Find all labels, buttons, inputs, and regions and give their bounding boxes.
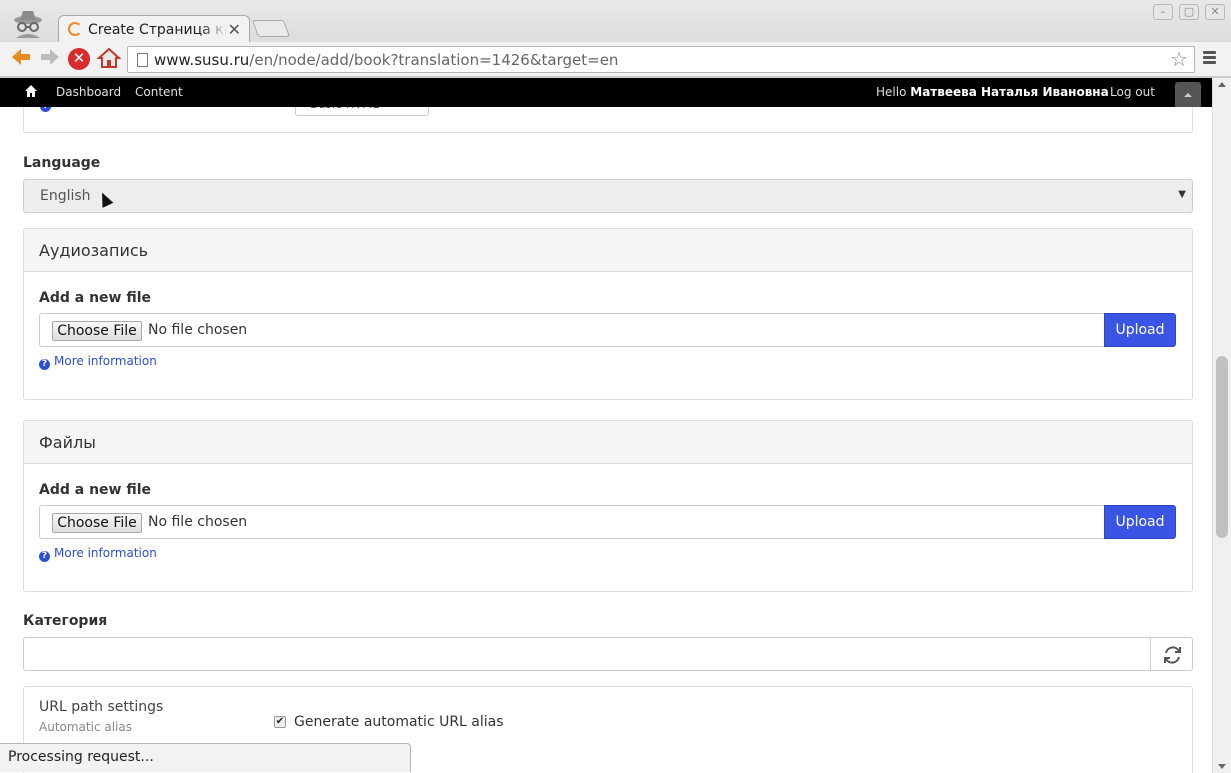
hello-prefix: Hello [876, 85, 907, 99]
audio-choose-file-button[interactable]: Choose File [52, 321, 142, 341]
browser-toolbar: ✕ www.susu.ru/en/node/add/book?translati… [0, 42, 1231, 77]
language-label: Language [23, 155, 101, 171]
browser-titlebar: Create Страница книги ✕ – ▢ ✕ [0, 0, 1231, 43]
tab-close-icon[interactable]: ✕ [228, 20, 241, 39]
url-text[interactable]: www.susu.ru/en/node/add/book?translation… [154, 51, 618, 69]
home-icon [96, 47, 122, 68]
home-button[interactable] [96, 47, 122, 71]
url-host: www.susu.ru [154, 51, 250, 69]
maximize-button[interactable]: ▢ [1179, 4, 1199, 20]
incognito-icon [8, 8, 48, 40]
chevron-down-icon: ▼ [1178, 189, 1186, 200]
stop-loading-button[interactable]: ✕ [68, 48, 90, 70]
url-path: /en/node/add/book?translation=1426&targe… [249, 51, 619, 69]
minimize-button[interactable]: – [1153, 4, 1173, 20]
scroll-down-arrow-icon[interactable] [1218, 764, 1226, 769]
files-choose-file-button[interactable]: Choose File [52, 513, 142, 533]
refresh-icon [1164, 646, 1181, 664]
user-greeting: Hello Матвеева Наталья Ивановна [876, 85, 1109, 99]
scroll-up-arrow-icon[interactable] [1218, 82, 1226, 87]
tab-title: Create Страница книги [88, 22, 228, 38]
url-settings-tab-summary: Automatic alias [39, 720, 132, 734]
page-icon [137, 53, 148, 67]
browser-menu-icon[interactable] [1203, 51, 1216, 66]
question-icon: ? [39, 359, 50, 370]
url-settings-tab-title[interactable]: URL path settings [39, 699, 163, 715]
audio-panel: Аудиозапись Add a new file Choose File N… [23, 228, 1193, 400]
language-value: English [40, 188, 91, 204]
files-upload-button[interactable]: Upload [1104, 505, 1176, 539]
forward-button[interactable] [38, 47, 62, 71]
files-more-info-link[interactable]: ? More information [39, 546, 157, 562]
close-window-button[interactable]: ✕ [1205, 4, 1225, 20]
forward-arrow-icon [41, 49, 59, 65]
user-name[interactable]: Матвеева Наталья Ивановна [910, 85, 1108, 99]
audio-file-input[interactable]: Choose File No file chosen [39, 313, 1105, 347]
audio-more-info-link[interactable]: ? More information [39, 354, 157, 370]
admin-toolbar: Dashboard Content Hello Матвеева Наталья… [0, 78, 1212, 107]
page-scrollbar[interactable] [1212, 78, 1231, 773]
logout-link[interactable]: Log out [1110, 85, 1155, 99]
address-bar[interactable]: www.susu.ru/en/node/add/book?translation… [127, 46, 1195, 73]
audio-no-file-text: No file chosen [148, 322, 248, 338]
files-file-group: Choose File No file chosen Upload [39, 505, 1177, 539]
back-button[interactable] [9, 47, 33, 71]
dashboard-link[interactable]: Dashboard [56, 85, 121, 99]
question-icon: ? [39, 551, 50, 562]
browser-tab[interactable]: Create Страница книги ✕ [58, 15, 250, 43]
files-add-file-label: Add a new file [39, 482, 152, 498]
audio-add-file-label: Add a new file [39, 290, 152, 306]
audio-upload-button[interactable]: Upload [1104, 313, 1176, 347]
status-bubble: Processing request... [0, 743, 411, 772]
content-link[interactable]: Content [135, 85, 183, 99]
language-select[interactable]: English ▼ [23, 179, 1193, 213]
audio-file-group: Choose File No file chosen Upload [39, 313, 1177, 347]
files-panel-title: Файлы [24, 421, 1192, 464]
new-tab-button[interactable] [251, 20, 291, 37]
files-no-file-text: No file chosen [148, 514, 248, 530]
files-file-input[interactable]: Choose File No file chosen [39, 505, 1105, 539]
page-viewport: Dashboard Content Hello Матвеева Наталья… [0, 78, 1212, 773]
bookmark-star-icon[interactable]: ☆ [1170, 47, 1188, 71]
files-panel: Файлы Add a new file Choose File No file… [23, 420, 1193, 592]
loading-spinner-icon [68, 22, 82, 36]
auto-alias-checkbox[interactable]: ✔ [274, 716, 286, 728]
category-refresh-button[interactable] [1150, 637, 1193, 671]
category-label: Категория [23, 613, 108, 629]
admin-home-icon[interactable] [24, 84, 38, 98]
toolbar-collapse-button[interactable] [1175, 82, 1201, 107]
back-arrow-icon [12, 49, 30, 65]
auto-alias-label[interactable]: Generate automatic URL alias [294, 714, 504, 730]
audio-panel-title: Аудиозапись [24, 229, 1192, 272]
category-input[interactable] [23, 637, 1151, 671]
scrollbar-thumb[interactable] [1216, 356, 1228, 538]
